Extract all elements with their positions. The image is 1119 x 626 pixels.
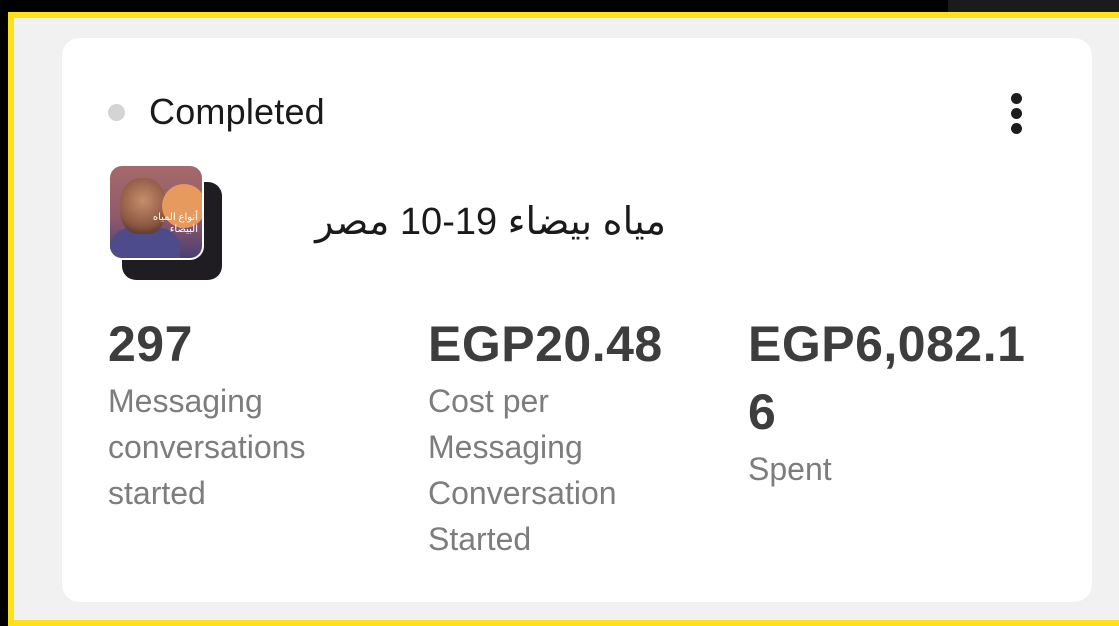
status-label: Completed bbox=[149, 91, 325, 132]
metric-spent: EGP6,082.16 Spent bbox=[748, 310, 1048, 492]
status-dot-icon bbox=[108, 103, 125, 121]
metric-value: EGP20.48 bbox=[428, 316, 663, 372]
more-vertical-icon-dot-middle bbox=[1011, 108, 1022, 119]
campaign-thumbnail-stack: أنواع المياه البيضاء bbox=[108, 164, 226, 282]
metric-label: Spent bbox=[748, 451, 832, 487]
campaign-thumbnail: أنواع المياه البيضاء bbox=[108, 164, 204, 260]
metric-value: 297 bbox=[108, 316, 193, 372]
metric-label: Cost per Messaging Conversation Started bbox=[428, 383, 617, 557]
metric-conversations: 297 Messaging conversations started bbox=[108, 310, 358, 516]
status-row: Completed bbox=[108, 90, 325, 134]
thumbnail-caption: أنواع المياه البيضاء bbox=[152, 212, 198, 235]
device-frame: Completed أنواع المياه البيضاء مياه بيضا… bbox=[0, 0, 1119, 626]
metric-value: EGP6,082.16 bbox=[748, 316, 1026, 440]
campaign-title: مياه بيضاء 19-10 مصر bbox=[315, 201, 666, 243]
more-options-button[interactable] bbox=[994, 88, 1040, 138]
metric-label: Messaging conversations started bbox=[108, 383, 306, 511]
campaign-card[interactable]: Completed أنواع المياه البيضاء مياه بيضا… bbox=[62, 38, 1092, 602]
top-edge-shadow bbox=[948, 0, 1119, 12]
metric-cost-per-conversation: EGP20.48 Cost per Messaging Conversation… bbox=[428, 310, 698, 562]
more-vertical-icon-dot-top bbox=[1011, 93, 1022, 104]
more-vertical-icon-dot-bottom bbox=[1011, 123, 1022, 134]
